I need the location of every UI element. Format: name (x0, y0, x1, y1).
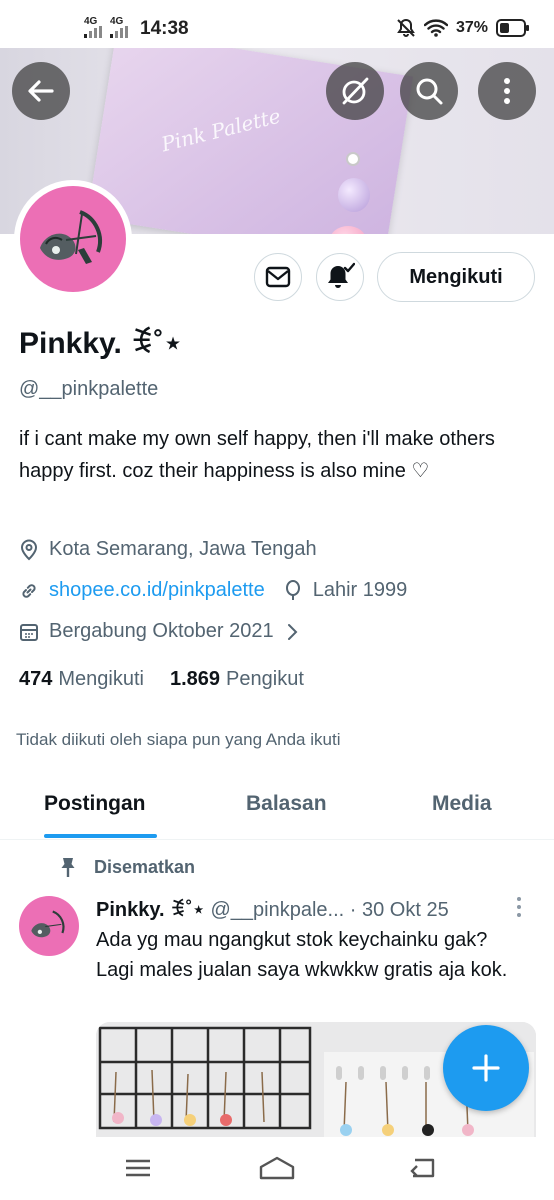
return-icon (410, 1158, 435, 1178)
avatar-image (20, 186, 126, 292)
tab-media[interactable]: Media (432, 792, 492, 816)
arrow-left-icon (28, 80, 54, 102)
joined-row[interactable]: Bergabung Oktober 2021 (19, 620, 308, 643)
grok-icon (342, 77, 369, 105)
following-label: Mengikuti (58, 668, 144, 690)
recent-apps-button[interactable] (118, 1153, 158, 1183)
calendar-icon (20, 623, 38, 641)
avatar-drawing-icon (31, 910, 65, 938)
balloon-icon (285, 579, 300, 600)
tweet-author[interactable]: Pinkky. ꉂ˚⋆ (96, 899, 205, 921)
tab-posts[interactable]: Postingan (44, 792, 146, 816)
followers-count: 1.869 (169, 668, 221, 690)
profile-avatar[interactable] (14, 180, 132, 298)
profile-bio: if i cant make my own self happy, then i… (19, 428, 495, 482)
back-button[interactable] (12, 62, 70, 120)
following-button[interactable]: Mengikuti (377, 252, 535, 302)
system-nav-bar (0, 1137, 554, 1200)
status-time: 14:38 (140, 18, 189, 39)
wifi-icon (423, 19, 448, 37)
menu-icon (126, 1159, 150, 1177)
follow-counts: 474 Mengikuti 1.869 Pengikut (19, 668, 304, 691)
tweet-more-button[interactable] (516, 896, 522, 918)
profile-name: Pinkky. ꉂ˚⋆ (19, 327, 183, 360)
search-button[interactable] (400, 62, 458, 120)
battery-icon (496, 19, 529, 37)
tab-replies[interactable]: Balasan (246, 792, 327, 816)
compose-button[interactable] (443, 1025, 529, 1111)
website-row: shopee.co.id/pinkpalette Lahir 1999 (19, 579, 407, 602)
location-pin-icon (20, 539, 38, 560)
signal-1-icon (84, 26, 102, 38)
birth-text: Lahir 1999 (312, 579, 408, 601)
profile-tabs: Postingan Balasan Media (0, 770, 554, 840)
website-link[interactable]: shopee.co.id/pinkpalette (49, 579, 265, 602)
tweet-handle[interactable]: @__pinkpale... (210, 899, 344, 921)
more-options-button[interactable] (478, 62, 536, 120)
bead-decoration (346, 152, 360, 166)
back-nav-button[interactable] (402, 1153, 442, 1183)
tweet-date[interactable]: · 30 Okt 25 (350, 899, 449, 921)
search-icon (416, 78, 443, 105)
status-bar: 4G 4G 14:38 37% (0, 0, 554, 48)
mail-icon (265, 266, 291, 288)
signal-2-icon (110, 26, 128, 38)
pinned-label: Disematkan (94, 856, 196, 877)
tweet-avatar[interactable] (19, 896, 79, 956)
link-icon (22, 583, 36, 598)
tweet-header: Pinkky. ꉂ˚⋆ @__pinkpale... · 30 Okt 25 (96, 895, 449, 922)
home-icon (259, 1156, 295, 1180)
battery-percent: 37% (455, 19, 488, 36)
more-vertical-icon (504, 78, 510, 104)
location-row: Kota Semarang, Jawa Tengah (19, 538, 317, 561)
followers-label: Pengikut (226, 668, 304, 690)
profile-handle: @__pinkpalette (19, 378, 159, 400)
active-tab-indicator (44, 834, 157, 838)
bell-check-icon (328, 262, 355, 288)
avatar-drawing-icon (40, 210, 102, 264)
joined-text: Bergabung Oktober 2021 (49, 620, 274, 642)
more-vertical-icon (517, 897, 521, 917)
pin-icon (61, 858, 75, 877)
followers-count-link[interactable]: 1.869 Pengikut (170, 668, 304, 691)
followed-by-text: Tidak diikuti oleh siapa pun yang Anda i… (16, 730, 341, 749)
plus-icon (472, 1054, 500, 1082)
pinned-label-row: Disematkan (60, 856, 195, 878)
following-count: 474 (19, 668, 53, 690)
status-right: 37% (396, 18, 530, 38)
location-text: Kota Semarang, Jawa Tengah (49, 538, 317, 560)
chevron-right-icon (287, 623, 298, 640)
mute-bell-icon (397, 18, 415, 37)
following-count-link[interactable]: 474 Mengikuti (19, 668, 144, 691)
message-button[interactable] (254, 253, 302, 301)
tweet-text: Ada yg mau ngangkut stok keychainku gak?… (96, 929, 508, 981)
notifications-button[interactable] (316, 253, 364, 301)
home-button[interactable] (257, 1153, 297, 1183)
grok-button[interactable] (326, 62, 384, 120)
bead-decoration (338, 178, 370, 212)
